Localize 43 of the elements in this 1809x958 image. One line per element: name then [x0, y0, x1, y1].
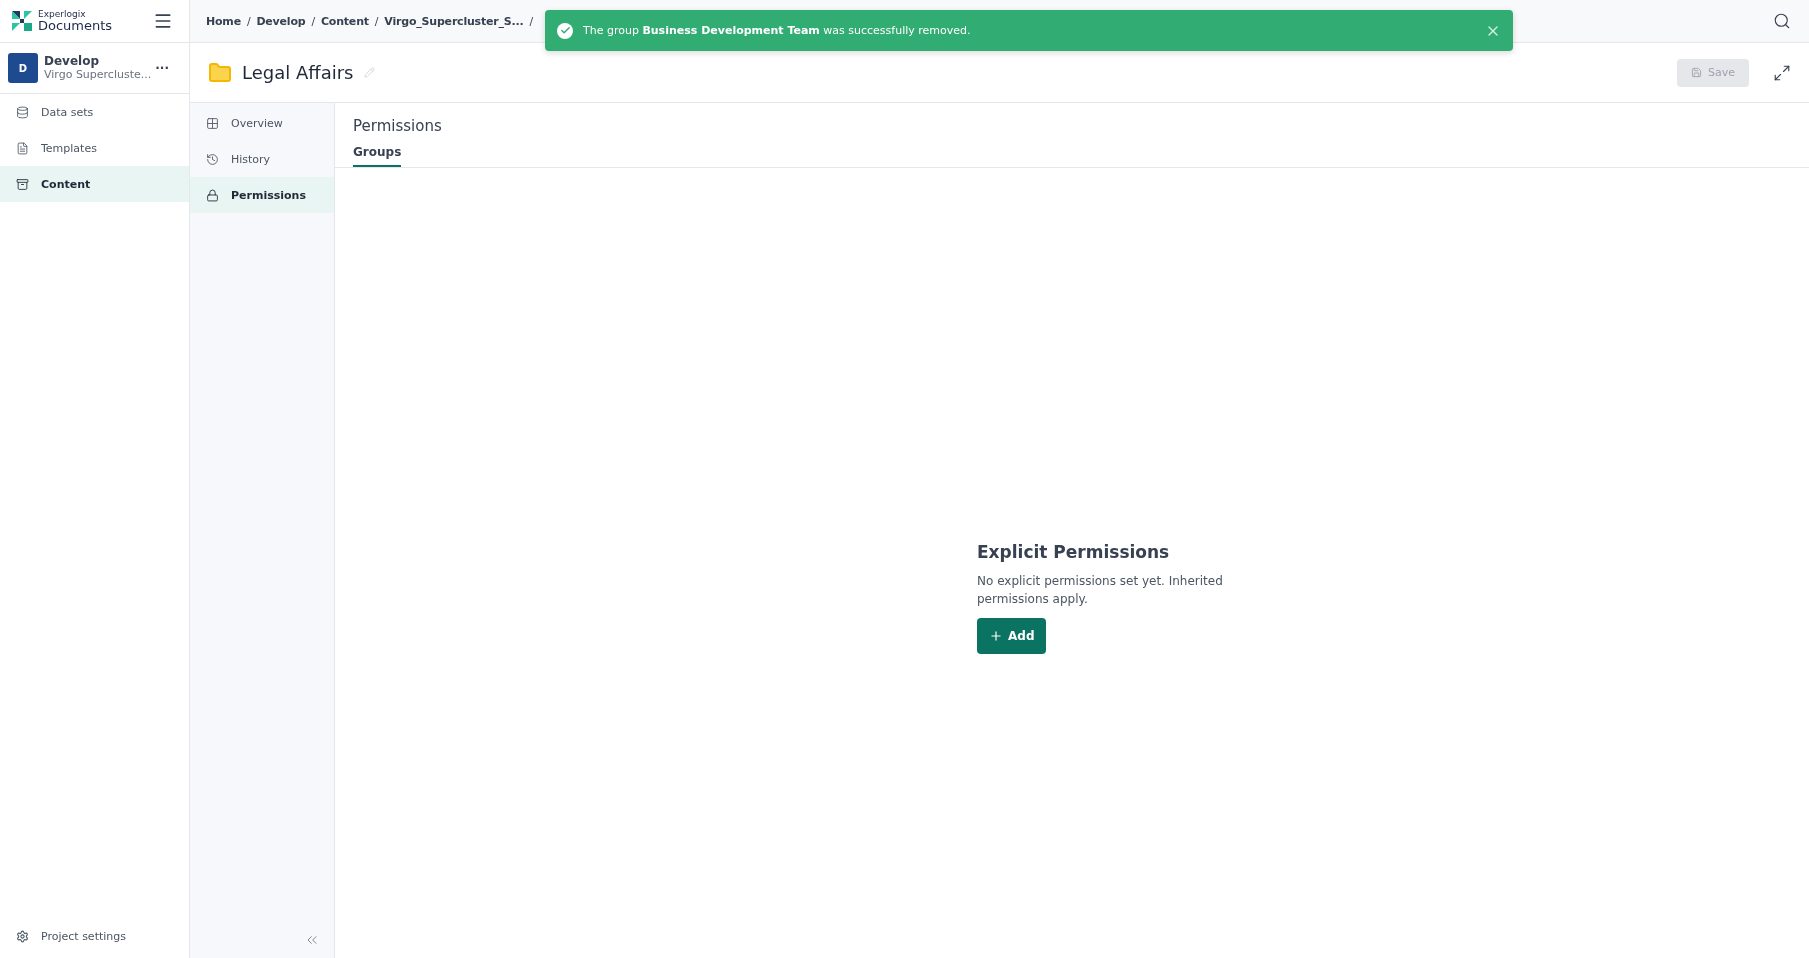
logo-icon [12, 11, 32, 31]
project-settings-link[interactable]: Project settings [0, 918, 189, 954]
tab[interactable]: Groups [353, 145, 402, 167]
more-button[interactable]: ··· [155, 61, 169, 75]
breadcrumb-link[interactable]: Home [206, 14, 241, 28]
brand-tagline: Experlogix [38, 10, 87, 19]
project-subtitle: Virgo Supercluste... [44, 68, 150, 82]
breadcrumb-link[interactable]: Virgo_Supercluster_S... [384, 14, 524, 28]
breadcrumb-separator: / [529, 14, 533, 28]
breadcrumb-separator: / [374, 14, 379, 28]
settings-icon [16, 929, 29, 943]
save-icon [1691, 67, 1702, 78]
plus-icon [989, 629, 1003, 643]
expand-icon[interactable] [1773, 63, 1791, 82]
empty-state-text: No explicit permissions set yet. Inherited permissions apply. [977, 573, 1224, 608]
database-icon [16, 105, 29, 119]
search-icon[interactable] [1773, 12, 1791, 30]
grid-icon [206, 116, 219, 130]
nav-item[interactable]: Overview [190, 105, 334, 141]
nav-item[interactable]: Content [0, 166, 189, 202]
nav-item[interactable]: Data sets [0, 94, 189, 130]
breadcrumb-separator: / [311, 14, 315, 28]
menu-icon[interactable] [153, 11, 173, 31]
archive-icon [16, 177, 29, 191]
brand-name: Documents [38, 19, 113, 32]
nav-item[interactable]: Templates [0, 130, 189, 166]
toast-message: The group Business Development Team was successfully removed. [583, 24, 972, 37]
section-title: Permissions [353, 117, 443, 135]
breadcrumb-separator: / [246, 14, 251, 28]
project-avatar: D [8, 53, 38, 83]
breadcrumb-link[interactable]: Content [320, 14, 369, 28]
breadcrumb-link[interactable]: Develop [256, 14, 306, 28]
empty-state-title: Explicit Permissions [977, 542, 1171, 562]
nav-item[interactable]: History [190, 141, 334, 177]
document-icon [16, 141, 29, 155]
add-button[interactable]: Add [977, 618, 1047, 654]
history-icon [206, 152, 219, 166]
lock-icon [206, 188, 219, 202]
project-name: Develop [44, 54, 100, 69]
check-icon [557, 22, 573, 39]
page-title: Legal Affairs [242, 62, 354, 83]
folder-icon [208, 60, 232, 85]
nav-item[interactable]: Permissions [190, 177, 334, 213]
